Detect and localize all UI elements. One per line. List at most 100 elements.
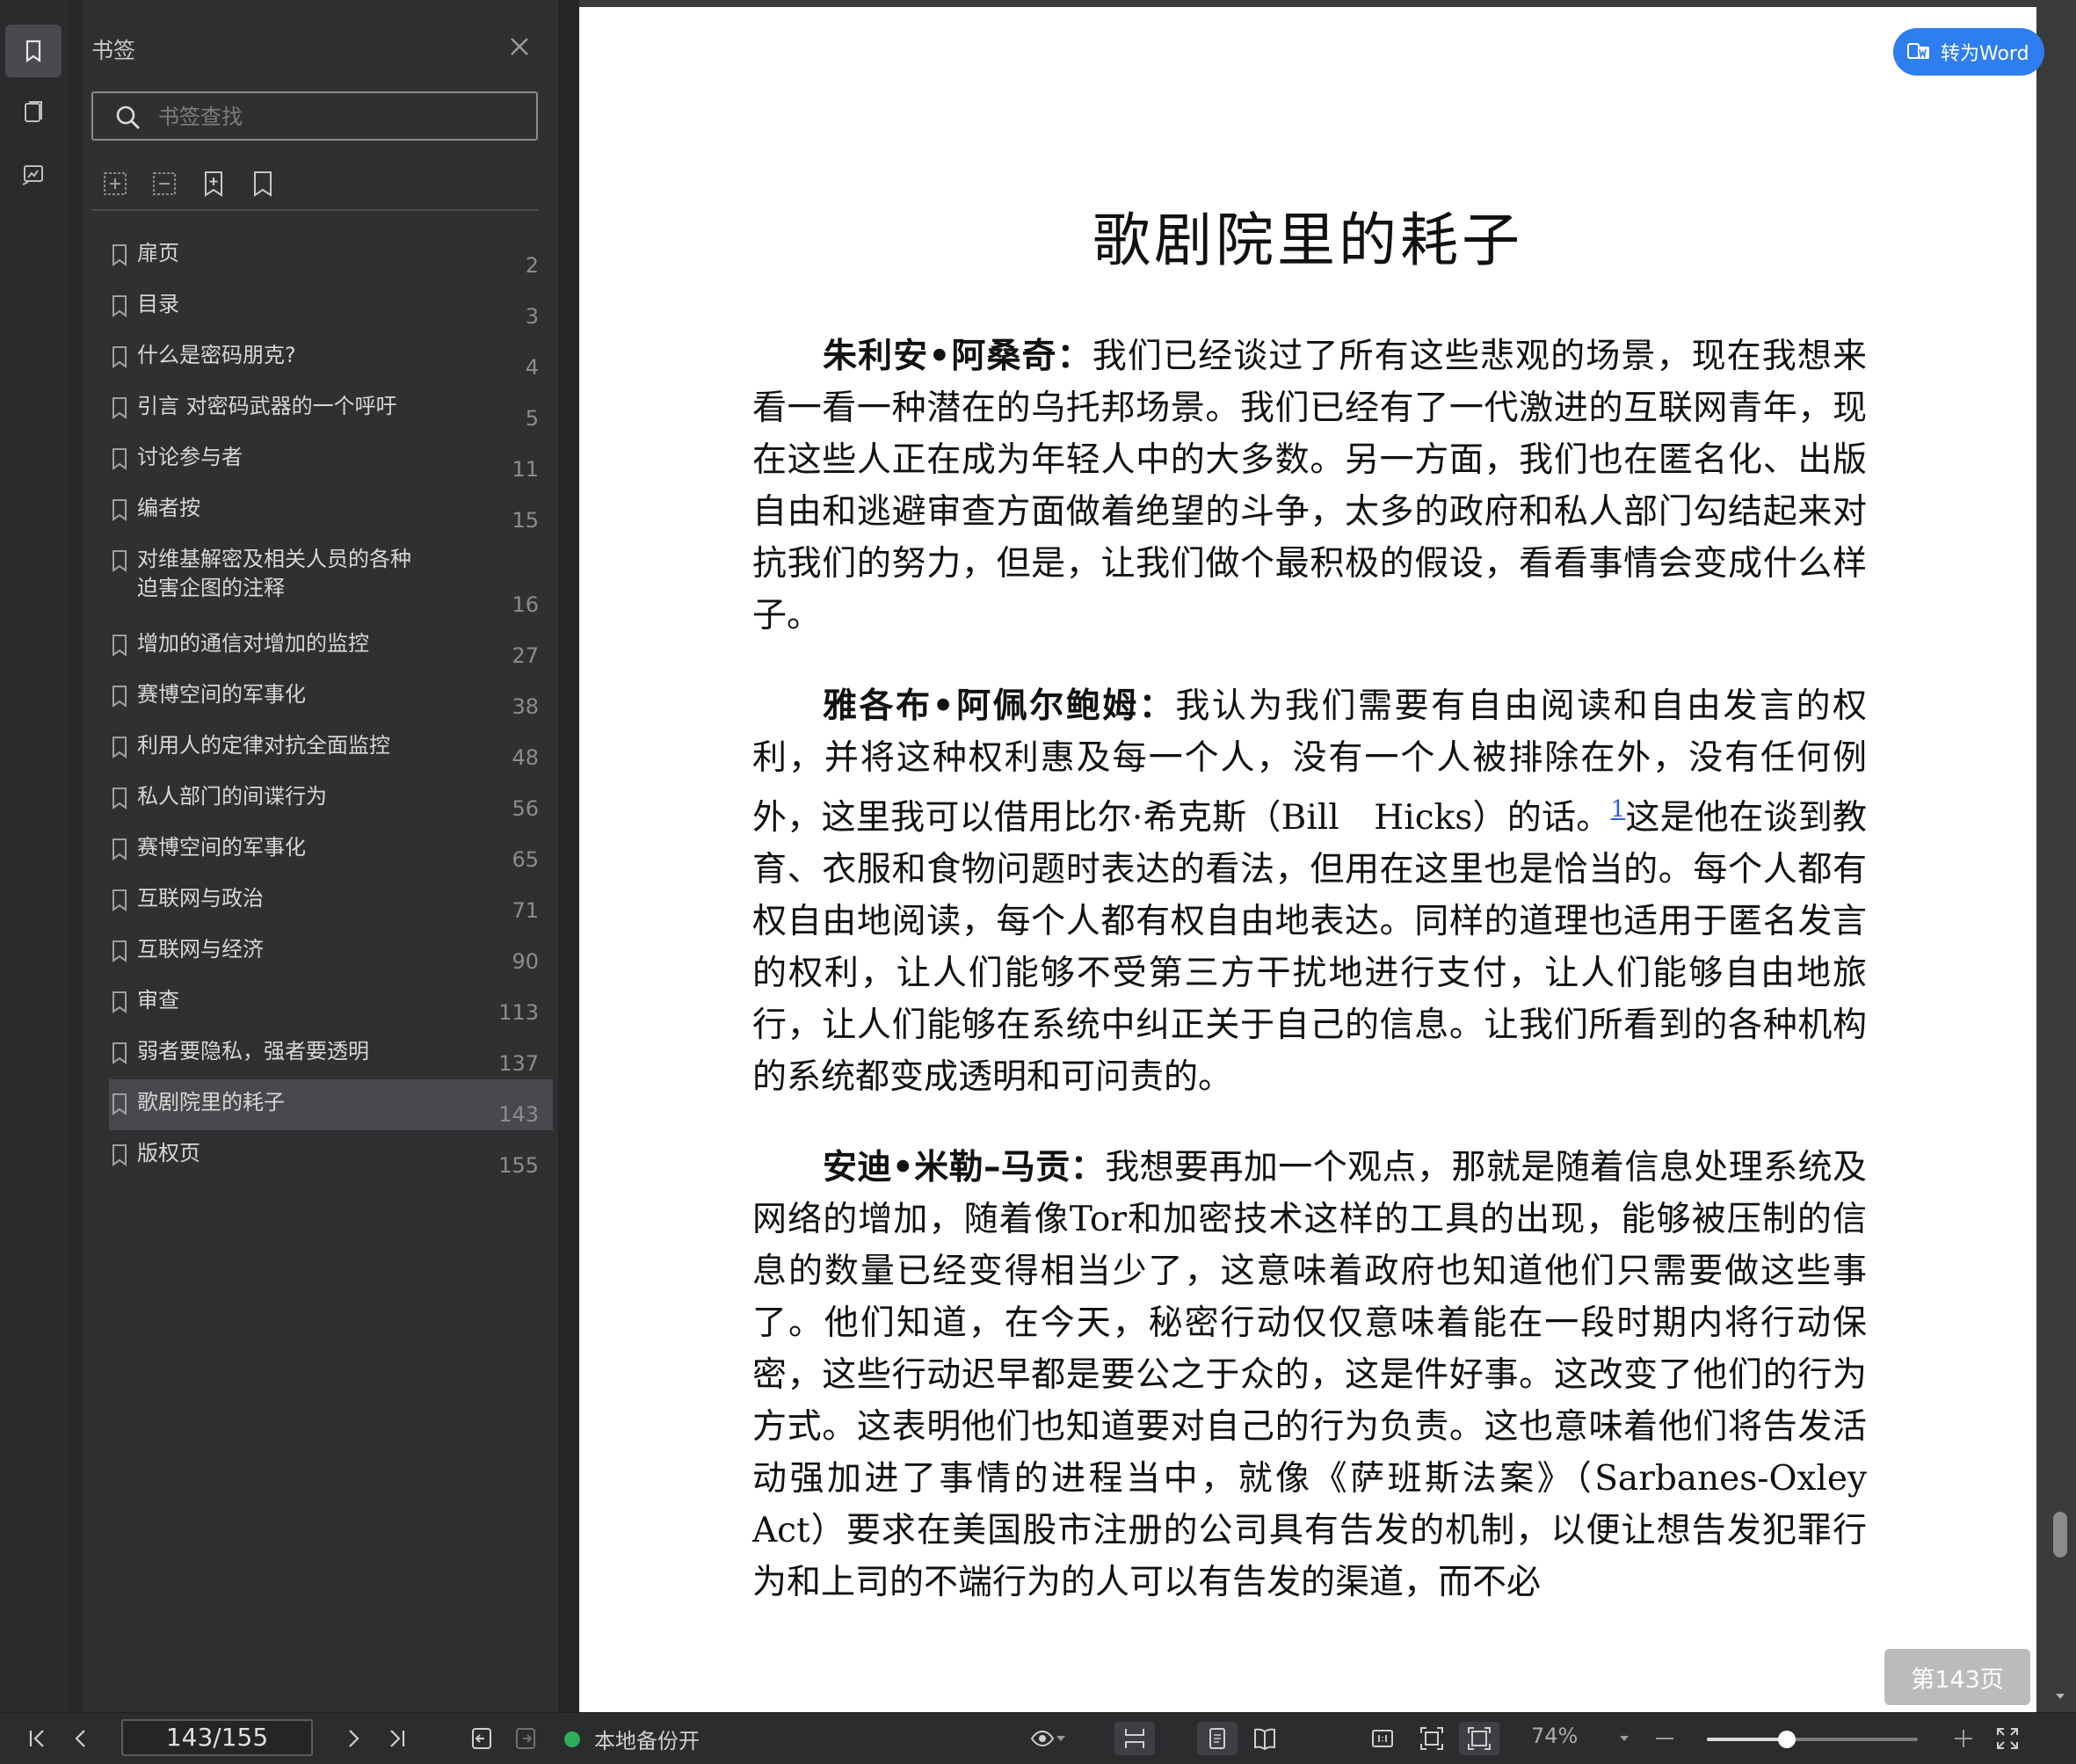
single-page-icon xyxy=(1209,1728,1225,1749)
bookmark-search-input[interactable] xyxy=(156,100,520,134)
bookmark-item[interactable]: 互联网与政治 71 xyxy=(109,875,553,926)
document-scrollbar[interactable] xyxy=(2044,0,2076,1712)
bookmark-item[interactable]: 什么是密码朋克? 4 xyxy=(109,332,553,383)
thumbnail-panel-icon[interactable] xyxy=(5,86,62,139)
bookmark-page-number: 71 xyxy=(512,898,539,923)
actual-size-button[interactable] xyxy=(1362,1722,1403,1755)
toolbar-divider xyxy=(91,209,538,211)
bookmark-item[interactable]: 引言 对密码武器的一个呼吁 5 xyxy=(109,383,553,434)
bookmark-page-number: 90 xyxy=(512,949,539,974)
previous-page-button[interactable] xyxy=(63,1722,98,1755)
paragraph-text: 这是他在谈到教育、衣服和食物问题时表达的看法，但用在这里也是恰当的。每个人都有权… xyxy=(752,798,1867,1097)
continuous-scroll-mode-button[interactable] xyxy=(1114,1722,1155,1755)
current-page-badge: 第143页 xyxy=(1884,1649,2030,1705)
bookmark-icon xyxy=(113,1093,127,1115)
left-icon-rail xyxy=(0,0,71,1712)
single-page-mode-button[interactable] xyxy=(1197,1722,1238,1755)
panel-title: 书签 xyxy=(91,38,136,63)
chevron-left-icon xyxy=(75,1730,85,1747)
expand-all-icon[interactable] xyxy=(100,169,130,199)
bookmark-icon xyxy=(113,838,127,860)
search-icon xyxy=(116,105,140,129)
bookmark-item[interactable]: 赛博空间的军事化 65 xyxy=(109,824,553,875)
fullscreen-button[interactable] xyxy=(1990,1722,2025,1755)
bookmark-page-number: 11 xyxy=(512,457,539,482)
bookmark-item[interactable]: 弱者要隐私，强者要透明 137 xyxy=(109,1028,553,1079)
bookmark-item[interactable]: 目录 3 xyxy=(109,281,553,332)
bookmark-item[interactable]: 私人部门的间谍行为 56 xyxy=(109,773,553,824)
bookmark-item[interactable]: 利用人的定律对抗全面监控 48 xyxy=(109,722,553,773)
next-page-button[interactable] xyxy=(336,1722,371,1755)
zoom-in-button[interactable] xyxy=(1946,1722,1981,1755)
chevron-right-icon xyxy=(349,1730,359,1747)
bookmark-item[interactable]: 赛博空间的军事化 38 xyxy=(109,671,553,722)
bookmark-icon xyxy=(113,635,127,657)
paragraph-text: 我想要再加一个观点，那就是随着信息处理系统及网络的增加，随着像Tor和加密技术这… xyxy=(752,1148,1867,1602)
footnote-link[interactable]: 1 xyxy=(1611,796,1626,823)
bookmark-page-number: 27 xyxy=(512,643,539,668)
bookmark-label: 对维基解密及相关人员的各种迫害企图的注释 xyxy=(137,547,411,600)
bookmark-page-number: 3 xyxy=(525,304,539,329)
bookmark-item[interactable]: 版权页 155 xyxy=(109,1130,553,1181)
last-page-button[interactable] xyxy=(380,1722,415,1755)
first-page-button[interactable] xyxy=(19,1722,54,1755)
bookmark-icon[interactable] xyxy=(248,169,278,199)
speaker-name: 安迪•米勒–马贡： xyxy=(823,1148,1106,1187)
first-page-icon xyxy=(29,1730,44,1747)
fit-page-icon xyxy=(1420,1727,1443,1750)
fit-width-button[interactable] xyxy=(1459,1722,1499,1755)
fit-page-button[interactable] xyxy=(1412,1722,1452,1755)
add-bookmark-icon[interactable] xyxy=(199,169,229,199)
status-bar: 143/155 本地备份开 74% xyxy=(0,1712,2076,1764)
bookmark-page-number: 2 xyxy=(525,253,539,278)
bookmark-icon xyxy=(113,295,127,317)
paragraph-text: 我们已经谈过了所有这些悲观的场景，现在我想来看一看一种潜在的乌托邦场景。我们已经… xyxy=(752,337,1867,635)
paragraph: 朱利安•阿桑奇：我们已经谈过了所有这些悲观的场景，现在我想来看一看一种潜在的乌托… xyxy=(752,330,1867,642)
bookmark-label: 赛博空间的军事化 xyxy=(137,835,306,860)
bookmark-icon xyxy=(113,788,127,809)
backup-status-text[interactable]: 本地备份开 xyxy=(594,1724,700,1754)
bookmark-page-number: 143 xyxy=(498,1102,539,1127)
scroll-down-arrow-icon[interactable] xyxy=(2053,1689,2067,1703)
bookmark-label: 互联网与经济 xyxy=(137,937,264,962)
speaker-name: 雅各布•阿佩尔鲍姆： xyxy=(823,686,1176,726)
bookmark-page-number: 15 xyxy=(512,508,539,533)
dual-page-mode-button[interactable] xyxy=(1245,1722,1285,1755)
bookmark-item[interactable]: 增加的通信对增加的监控 27 xyxy=(109,621,553,671)
bookmark-item[interactable]: 讨论参与者 11 xyxy=(109,434,553,485)
dual-page-icon xyxy=(1254,1728,1275,1751)
panel-resize-divider[interactable] xyxy=(558,0,579,1712)
bookmark-item[interactable]: 歌剧院里的耗子 143 xyxy=(109,1079,553,1130)
page-number-input[interactable]: 143/155 xyxy=(121,1719,313,1756)
bookmark-icon xyxy=(113,991,127,1013)
navigate-forward-button[interactable] xyxy=(508,1722,543,1755)
word-convert-icon xyxy=(1907,43,1929,59)
bookmark-page-number: 113 xyxy=(498,1000,539,1025)
bookmark-icon xyxy=(113,499,127,521)
zoom-out-button[interactable] xyxy=(1647,1722,1682,1755)
zoom-level[interactable]: 74% xyxy=(1531,1724,1578,1748)
zoom-slider-thumb[interactable] xyxy=(1778,1731,1797,1748)
bookmark-page-number: 65 xyxy=(512,847,539,872)
bookmark-item[interactable]: 对维基解密及相关人员的各种迫害企图的注释 16 xyxy=(109,536,553,621)
bookmark-label: 互联网与政治 xyxy=(137,886,264,911)
bookmark-item[interactable]: 扉页 2 xyxy=(109,230,553,281)
collapse-all-icon[interactable] xyxy=(149,169,179,199)
bookmark-item[interactable]: 互联网与经济 90 xyxy=(109,926,553,977)
annotation-panel-icon[interactable] xyxy=(5,149,62,202)
navigate-back-button[interactable] xyxy=(464,1722,499,1755)
scrollbar-thumb[interactable] xyxy=(2053,1512,2067,1557)
chevron-down-icon[interactable] xyxy=(1055,1722,1067,1755)
bookmark-panel-toggle-icon[interactable] xyxy=(5,25,62,77)
bookmark-label: 审查 xyxy=(137,988,179,1013)
bookmark-icon xyxy=(113,346,127,368)
zoom-slider[interactable] xyxy=(1707,1731,1918,1748)
fit-width-icon xyxy=(1468,1727,1491,1750)
bookmark-item[interactable]: 编者按 15 xyxy=(109,485,553,536)
bookmark-item[interactable]: 审查 113 xyxy=(109,977,553,1028)
bookmark-icon xyxy=(113,940,127,962)
zoom-dropdown-chevron-icon[interactable] xyxy=(1617,1722,1631,1755)
zoom-slider-fill xyxy=(1707,1738,1788,1741)
convert-to-word-button[interactable]: 转为Word xyxy=(1893,28,2044,76)
close-icon[interactable] xyxy=(506,33,533,60)
